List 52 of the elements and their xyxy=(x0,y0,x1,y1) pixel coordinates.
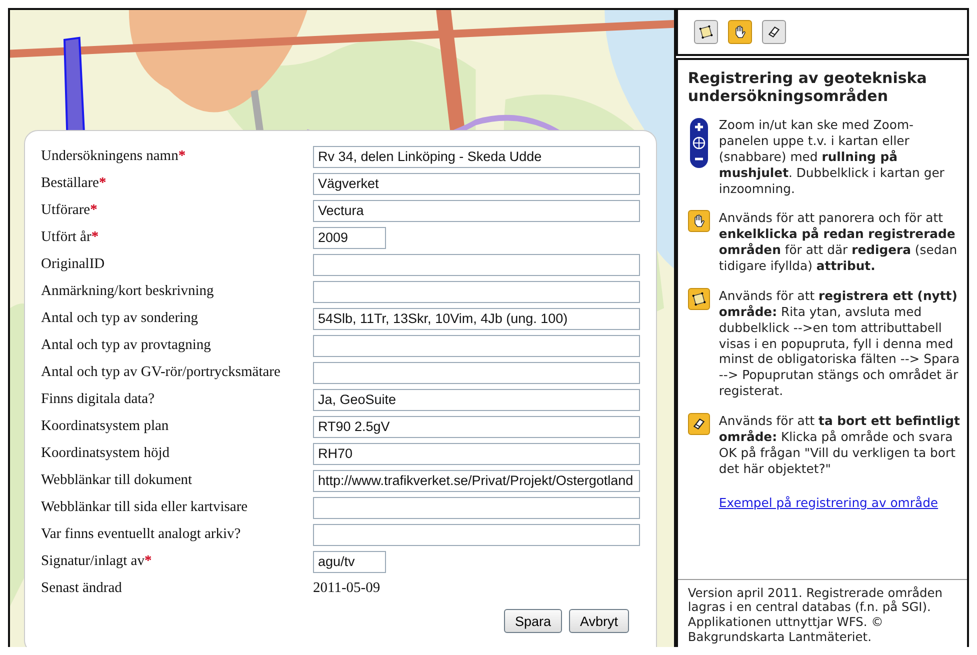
panel-title: Registrering av geotekniska undersökningsområden xyxy=(688,69,928,105)
field-label: Utfört år* xyxy=(41,229,100,246)
field-label: Senast ändrad xyxy=(41,580,123,597)
erase-tool[interactable] xyxy=(762,20,786,44)
field-label: Utförare* xyxy=(41,202,98,219)
draw-polygon-tool[interactable] xyxy=(694,20,718,44)
help-text: Zoom in/ut kan ske med Zoom-panelen uppe t.v. i kartan eller (snabbare) med rullning på mushjulet. Dubbelklick i kartan ger inzoomning. xyxy=(718,117,946,196)
field-label: Koordinatsystem höjd xyxy=(41,445,170,462)
polygon-icon xyxy=(688,288,710,310)
input-field[interactable] xyxy=(313,496,640,518)
input-field[interactable] xyxy=(313,280,640,302)
date-value: 2011-05-09 xyxy=(313,580,382,597)
zoom-control-icon xyxy=(688,117,709,169)
input-field[interactable]: RH70 xyxy=(313,442,640,464)
cancel-button[interactable]: Avbryt xyxy=(568,609,629,633)
input-field[interactable] xyxy=(313,362,640,384)
save-button[interactable]: Spara xyxy=(504,609,562,633)
eraser-icon xyxy=(766,24,782,40)
input-field[interactable] xyxy=(313,524,640,546)
hand-icon xyxy=(688,210,710,232)
help-text: Används för att ta bort ett befintligt område: Klicka på område och svara OK på frågan "Vill du verkligen ta bort det här objektet?" xyxy=(718,413,961,476)
input-field[interactable]: 54Slb, 11Tr, 13Skr, 10Vim, 4Jb (ung. 100) xyxy=(313,308,640,330)
field-label: Antal och typ av sondering xyxy=(41,310,200,327)
field-label: Koordinatsystem plan xyxy=(41,418,170,435)
field-label: Var finns eventuellt analogt arkiv? xyxy=(41,526,242,543)
input-field[interactable] xyxy=(313,334,640,356)
input-field[interactable]: Rv 34, delen Linköping - Skeda Udde xyxy=(313,146,640,168)
input-field[interactable]: 2009 xyxy=(313,226,386,248)
field-label: Anmärkning/kort beskrivning xyxy=(41,283,215,300)
field-label: Antal och typ av provtagning xyxy=(41,337,212,354)
input-field[interactable]: RT90 2.5gV xyxy=(313,416,640,438)
field-label: Webblänkar till dokument xyxy=(41,472,194,489)
input-field[interactable]: Ja, GeoSuite xyxy=(313,388,640,410)
field-label: Webblänkar till sida eller kartvisare xyxy=(41,499,249,516)
field-label: Antal och typ av GV-rör/portrycksmätare xyxy=(41,364,282,381)
footer-text: Version april 2011. Registrerade områden lagras i en central databas (f.n. på SGI). Applikationen uttnyttjar WFS. © Bakgrundskarta Lantmäteriet. xyxy=(688,586,944,645)
input-field[interactable]: Vectura xyxy=(313,200,640,222)
input-field[interactable] xyxy=(313,254,640,276)
field-label: OriginalID xyxy=(41,256,106,273)
field-label: Undersökningens namn* xyxy=(41,148,187,165)
field-label: Finns digitala data? xyxy=(41,391,156,408)
field-label: Beställare* xyxy=(41,175,108,192)
pan-tool[interactable] xyxy=(728,20,752,44)
input-field[interactable]: Vägverket xyxy=(313,172,640,194)
field-label: Signatur/inlagt av* xyxy=(41,553,153,570)
polygon-icon xyxy=(698,24,714,40)
example-link[interactable]: Exempel på registrering av område xyxy=(718,494,938,510)
input-field[interactable]: http://www.trafikverket.se/Privat/Projekt/Ostergotland xyxy=(313,470,640,492)
help-text: Används för att panorera och för att enkelklicka på redan registrerade områden för att där redigera (sedan tidigare ifyllda) attribut. xyxy=(718,210,958,274)
input-field[interactable]: agu/tv xyxy=(313,550,386,572)
eraser-icon xyxy=(688,413,710,435)
help-text: Används för att registrera ett (nytt) område: Rita ytan, avsluta med dubbelklick -->en tom attributtabell visas i en popupruta, fyll i denna med minst de obligatoriska fälten --> Spara --> Popuprutan stängs och området är registerat. xyxy=(718,288,961,399)
